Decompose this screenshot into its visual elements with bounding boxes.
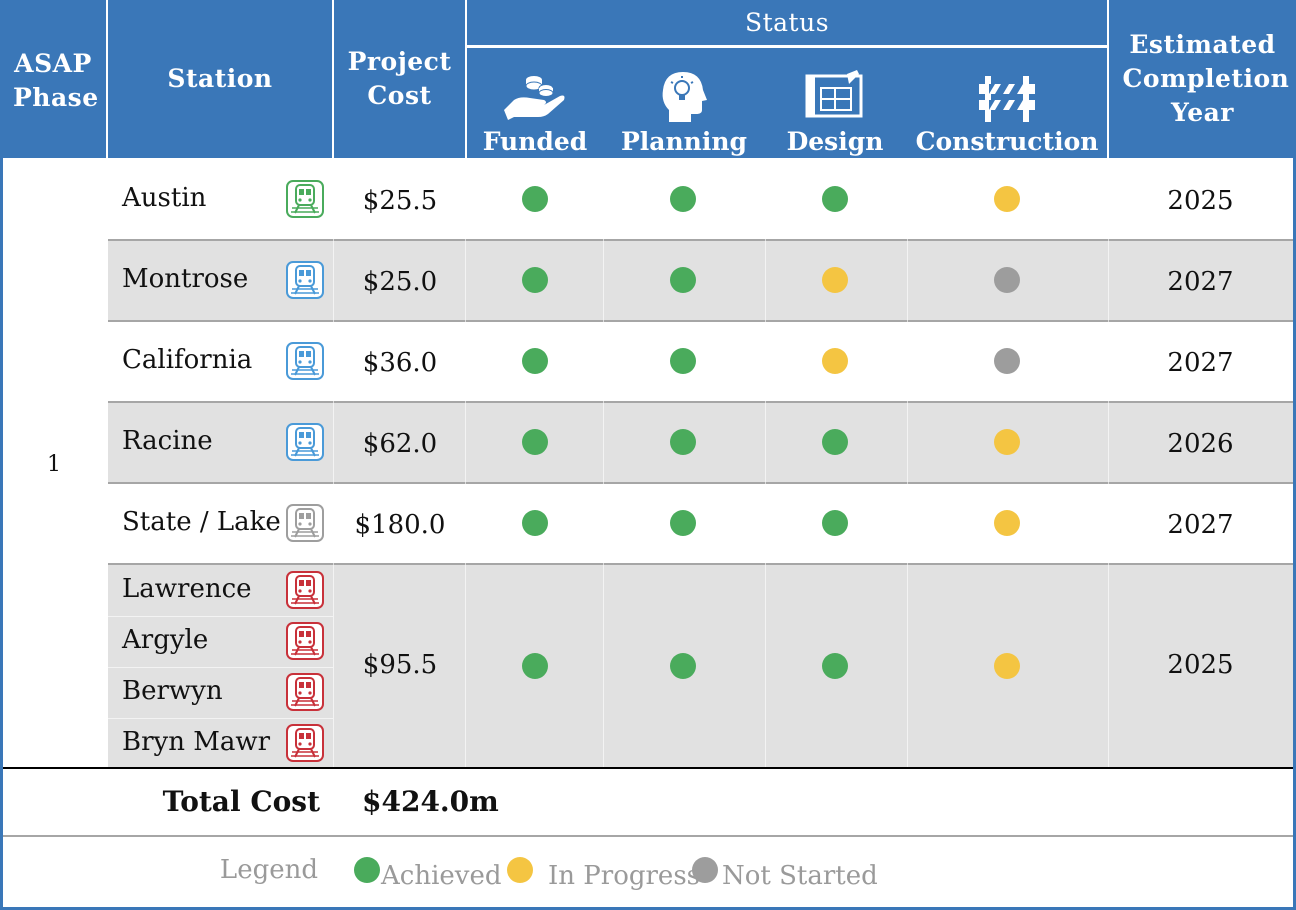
station-name: Lawrence [122,573,252,604]
header-year-label: Estimated Completion Year [1122,30,1290,127]
status-dot-achieved [822,653,848,679]
train-icon [285,672,325,711]
status-col-construction-label: Construction [915,127,1099,156]
column-guide [603,160,604,767]
station-name: Austin [122,182,207,213]
header-cost-label: Project Cost [347,47,452,110]
status-dot-achieved [822,185,848,212]
hand-coins-icon [500,70,570,128]
sub-row-divider [108,667,333,668]
total-bottom-rule [3,835,1293,837]
station-name: California [122,344,253,375]
project-cost: $36.0 [362,347,438,378]
status-dot-in-progress [994,653,1020,679]
project-cost: $180.0 [354,509,446,540]
column-guide [333,160,334,767]
train-icon [285,179,325,218]
total-cost-label: Total Cost [162,785,320,818]
completion-year: 2025 [1167,185,1234,216]
station-name: Bryn Mawr [122,726,271,757]
status-col-funded: Funded [467,48,603,158]
status-dot-in-progress [994,185,1020,212]
completion-year: 2027 [1167,266,1234,297]
project-cost: $25.5 [362,185,438,216]
total-cost-value: $424.0m [362,785,499,818]
status-dot-not-started [994,347,1020,374]
status-dot-achieved [822,509,848,536]
status-col-design-label: Design [786,127,884,156]
status-dot-not-started [994,266,1020,293]
header-status-label: Status [744,8,830,37]
column-guide [465,160,466,767]
status-dot-achieved [670,347,696,374]
project-cost: $25.0 [362,266,438,297]
train-icon [285,422,325,461]
station-name: Berwyn [122,675,223,706]
project-cost: $62.0 [362,428,438,459]
barrier-icon [979,70,1035,128]
legend-item-label: In Progress [548,861,701,891]
legend-dot-in-progress [507,857,533,883]
header-station: Station [108,0,332,158]
status-col-planning: Planning [605,48,763,158]
header-status: Status [467,0,1107,46]
train-icon [285,341,325,380]
status-col-funded-label: Funded [482,127,588,156]
completion-year: 2027 [1167,347,1234,378]
column-guide [907,160,908,767]
header-cost: Project Cost [334,0,465,158]
status-col-construction: Construction [907,48,1107,158]
column-guide [765,160,766,767]
sub-row-divider [108,616,333,617]
station-name: Argyle [122,624,209,655]
header-phase-label: ASAP Phase [13,49,99,112]
status-dot-achieved [522,509,548,536]
completion-year: 2025 [1167,650,1234,680]
legend-dot-achieved [354,857,380,883]
total-top-rule [3,767,1293,769]
train-icon [285,723,325,762]
status-dot-achieved [670,428,696,455]
station-name: Racine [122,425,213,456]
status-dot-achieved [670,266,696,293]
header-year: Estimated Completion Year [1109,0,1296,158]
legend-item-label: Not Started [722,861,878,891]
legend-item-label: Achieved [381,861,502,891]
status-dot-achieved [670,653,696,679]
status-dot-achieved [822,428,848,455]
train-icon [285,260,325,299]
status-dot-achieved [670,509,696,536]
station-name: Montrose [122,263,249,294]
status-dot-achieved [522,266,548,293]
project-cost: $95.5 [362,650,438,680]
train-icon [285,570,325,609]
completion-year: 2026 [1167,428,1234,459]
status-dot-achieved [522,185,548,212]
status-dot-achieved [522,347,548,374]
status-dot-in-progress [994,428,1020,455]
blueprint-icon [805,70,865,126]
status-col-design: Design [765,48,905,158]
completion-year: 2027 [1167,509,1234,540]
legend-label: Legend [219,855,318,885]
header-phase: ASAP Phase [0,0,106,158]
status-dot-in-progress [822,266,848,293]
legend-dot-not-started [692,857,718,883]
station-name: State / Lake [122,506,281,537]
status-col-planning-label: Planning [620,127,747,156]
status-dot-achieved [522,428,548,455]
phase-value: 1 [47,452,61,477]
head-lightbulb-icon [659,70,709,128]
status-dot-achieved [522,653,548,679]
sub-row-divider [108,718,333,719]
status-dot-in-progress [822,347,848,374]
status-dot-achieved [670,185,696,212]
status-dot-in-progress [994,509,1020,536]
train-icon [285,621,325,660]
train-icon [285,503,325,542]
header-station-label: Station [167,64,273,93]
column-guide [1108,160,1109,767]
